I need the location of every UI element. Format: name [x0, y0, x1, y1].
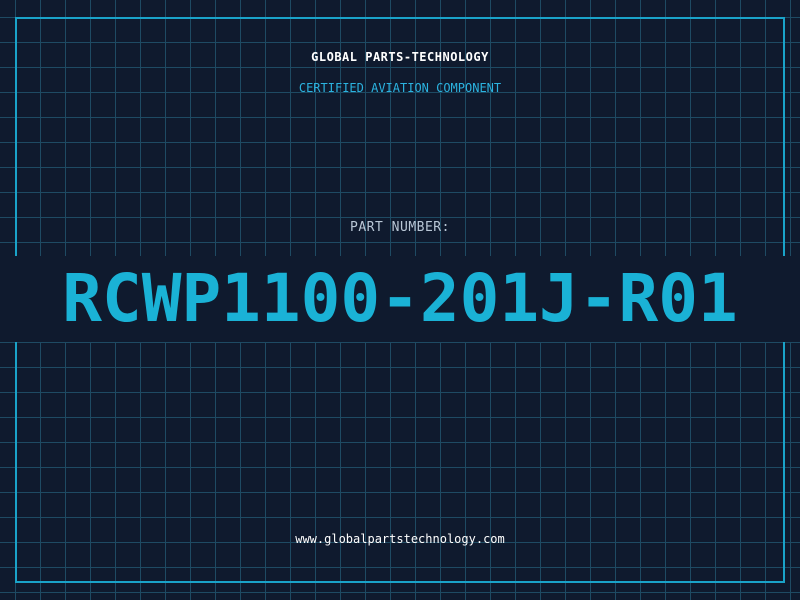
website-url: www.globalpartstechnology.com — [295, 532, 505, 546]
part-number-value: RCWP1100-201J-R01 — [0, 256, 800, 342]
company-name: GLOBAL PARTS-TECHNOLOGY — [311, 50, 489, 64]
certification-subtitle: CERTIFIED AVIATION COMPONENT — [298, 81, 502, 95]
certificate-page: GLOBAL PARTS-TECHNOLOGY CERTIFIED AVIATI… — [0, 0, 800, 600]
part-number-label: PART NUMBER: — [350, 220, 450, 235]
